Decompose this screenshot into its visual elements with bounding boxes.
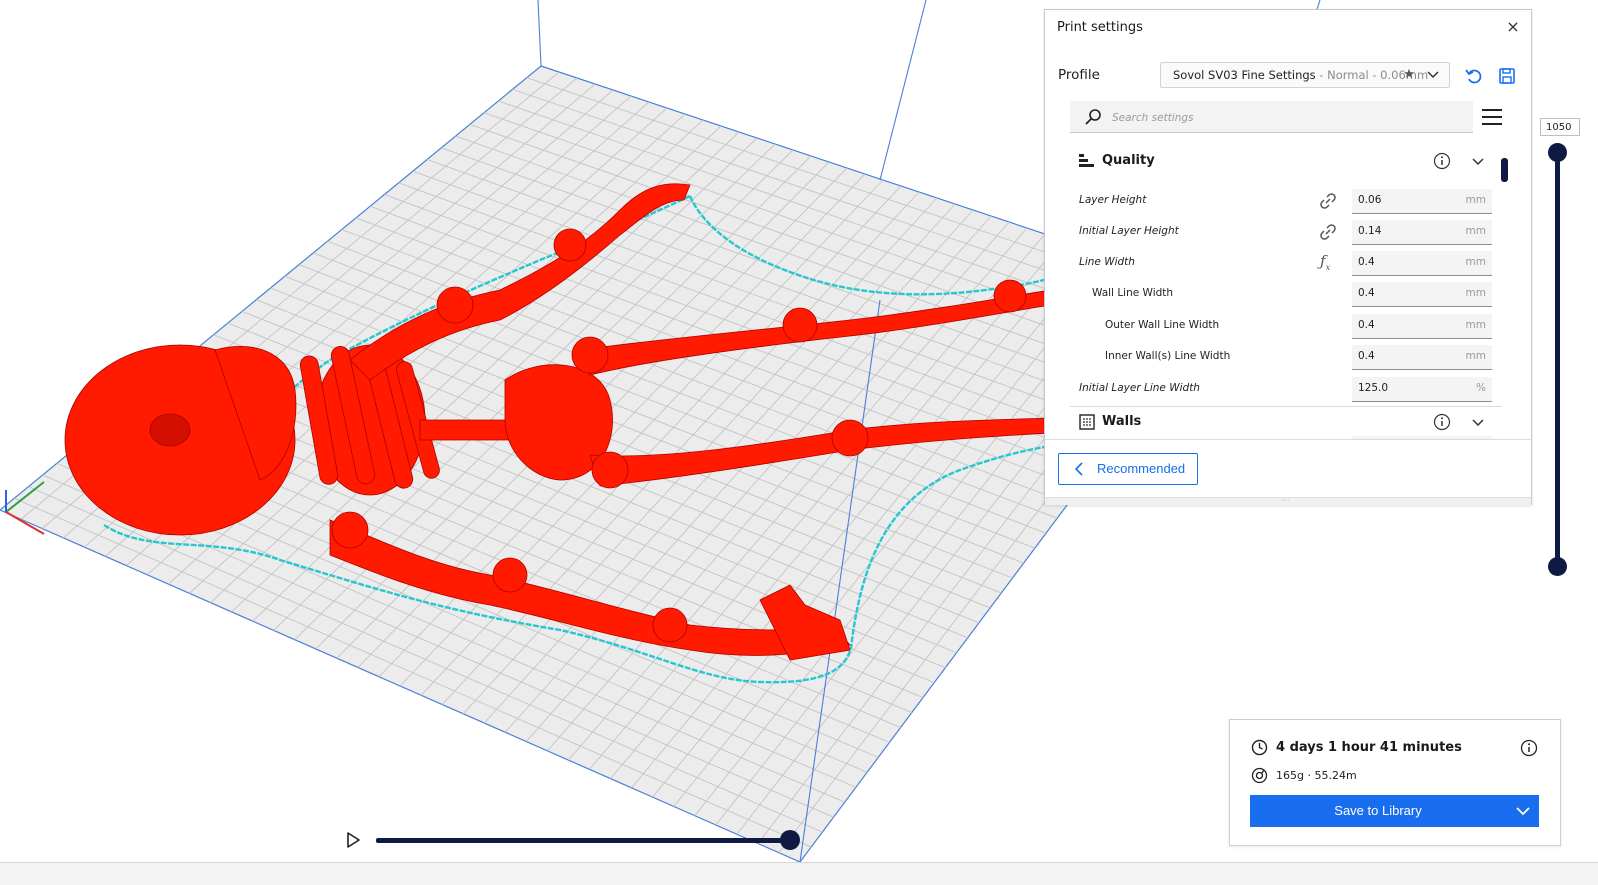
setting-row-initial-layer-height: Initial Layer Height 0.14 mm <box>1070 217 1502 248</box>
setting-value: 0.4 <box>1358 256 1375 268</box>
setting-row-inner-wall-line-width: Inner Wall(s) Line Width 0.4 mm <box>1070 342 1502 373</box>
print-settings-panel: Print settings × Profile Sovol SV03 Fine… <box>1044 9 1532 506</box>
close-icon[interactable]: × <box>1505 19 1521 35</box>
setting-label: Initial Layer Line Width <box>1079 382 1200 394</box>
setting-value: 0.4 <box>1358 350 1375 362</box>
grip-dots-icon: ··· <box>1281 496 1290 506</box>
walls-icon <box>1079 414 1095 430</box>
status-strip <box>0 862 1598 885</box>
spool-icon <box>1251 767 1268 784</box>
footer-divider <box>1045 439 1531 440</box>
setting-row-layer-height: Layer Height 0.06 mm <box>1070 186 1502 217</box>
play-icon[interactable] <box>344 831 362 849</box>
initial-layer-line-width-field[interactable]: 125.0% <box>1352 377 1492 402</box>
setting-unit: % <box>1476 382 1486 394</box>
setting-label: Line Width <box>1079 256 1135 268</box>
setting-label: Inner Wall(s) Line Width <box>1105 350 1231 362</box>
layer-slider-track[interactable] <box>1555 152 1560 567</box>
setting-unit: mm <box>1465 287 1486 299</box>
setting-row-wall-line-width: Wall Line Width 0.4 mm <box>1070 279 1502 310</box>
search-box <box>1070 101 1473 133</box>
link-icon[interactable] <box>1319 192 1337 210</box>
line-width-field[interactable]: 0.4 mm <box>1352 251 1492 276</box>
setting-label: Wall Line Width <box>1092 287 1174 299</box>
setting-row-outer-wall-line-width: Outer Wall Line Width 0.4 mm <box>1070 311 1502 342</box>
search-input[interactable] <box>1110 105 1464 131</box>
favorite-star-icon[interactable]: ★ <box>1402 63 1416 87</box>
layer-slider-lower-handle[interactable] <box>1548 557 1567 576</box>
function-icon[interactable]: ƒx <box>1320 252 1338 272</box>
outer-wall-line-width-field[interactable]: 0.4 mm <box>1352 314 1492 339</box>
section-title: Walls <box>1102 414 1142 429</box>
setting-value: 0.06 <box>1358 194 1382 206</box>
info-icon[interactable] <box>1520 739 1538 757</box>
section-quality[interactable]: Quality <box>1070 146 1502 176</box>
chevron-down-icon[interactable] <box>1469 413 1487 431</box>
setting-row-initial-layer-line-width: Initial Layer Line Width 125.0% <box>1070 374 1502 405</box>
scrollbar-thumb[interactable] <box>1501 158 1508 182</box>
setting-unit: mm <box>1465 194 1486 206</box>
playback-slider-track[interactable] <box>376 838 792 843</box>
clock-icon <box>1251 739 1268 756</box>
setting-label: Outer Wall Line Width <box>1105 319 1220 331</box>
chevron-down-icon <box>1427 71 1439 79</box>
info-icon[interactable] <box>1433 152 1451 170</box>
chevron-down-icon[interactable] <box>1514 803 1532 819</box>
quality-icon <box>1079 154 1094 167</box>
setting-value: 0.14 <box>1358 225 1382 237</box>
link-icon[interactable] <box>1319 223 1337 241</box>
save-icon[interactable] <box>1497 66 1517 86</box>
panel-title: Print settings <box>1057 20 1143 35</box>
recommended-button[interactable]: Recommended <box>1058 453 1198 485</box>
resize-handle[interactable]: ··· <box>1045 496 1531 506</box>
setting-unit: mm <box>1465 350 1486 362</box>
setting-unit: mm <box>1465 225 1486 237</box>
initial-layer-height-field[interactable]: 0.14 mm <box>1352 220 1492 245</box>
setting-label: Layer Height <box>1079 194 1147 206</box>
profile-label: Profile <box>1058 67 1100 83</box>
material-usage: 165g · 55.24m <box>1276 769 1357 782</box>
setting-value: 125.0 <box>1358 382 1389 394</box>
section-walls[interactable]: Walls <box>1070 407 1502 437</box>
playback-slider-handle[interactable] <box>780 830 800 850</box>
reset-icon[interactable] <box>1464 66 1484 86</box>
profile-dropdown[interactable]: Sovol SV03 Fine Settings - Normal - 0.06… <box>1160 62 1450 88</box>
chevron-left-icon <box>1074 462 1083 476</box>
layer-height-field[interactable]: 0.06 mm <box>1352 189 1492 214</box>
setting-row-line-width: Line Width ƒx 0.4 mm <box>1070 248 1502 279</box>
save-to-library-label: Save to Library <box>1334 803 1422 818</box>
recommended-label: Recommended <box>1097 461 1186 476</box>
save-to-library-button[interactable]: Save to Library <box>1250 795 1539 827</box>
setting-unit: mm <box>1465 319 1486 331</box>
inner-wall-line-width-field[interactable]: 0.4 mm <box>1352 345 1492 370</box>
setting-label: Initial Layer Height <box>1079 225 1179 237</box>
chevron-down-icon[interactable] <box>1469 152 1487 170</box>
setting-unit: mm <box>1465 256 1486 268</box>
print-estimate-panel: 4 days 1 hour 41 minutes 165g · 55.24m S… <box>1229 719 1561 846</box>
section-title: Quality <box>1102 153 1155 168</box>
wall-line-width-field[interactable]: 0.4 mm <box>1352 282 1492 307</box>
info-icon[interactable] <box>1433 413 1451 431</box>
menu-icon[interactable] <box>1481 107 1503 127</box>
setting-value: 0.4 <box>1358 319 1375 331</box>
search-icon <box>1085 109 1101 125</box>
print-time: 4 days 1 hour 41 minutes <box>1276 740 1462 755</box>
profile-name: Sovol SV03 Fine Settings <box>1173 68 1316 82</box>
layer-number-input[interactable]: 1050 <box>1540 118 1580 136</box>
settings-list[interactable]: Quality Layer Height 0.06 mm Initial Laye… <box>1070 146 1510 439</box>
layer-slider-upper-handle[interactable] <box>1548 143 1567 162</box>
setting-value: 0.4 <box>1358 287 1375 299</box>
